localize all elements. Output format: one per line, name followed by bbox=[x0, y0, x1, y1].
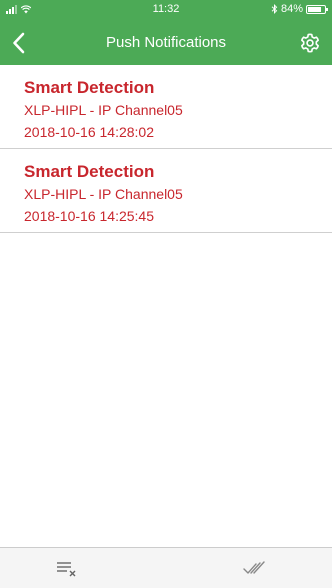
notification-timestamp: 2018-10-16 14:25:45 bbox=[24, 208, 154, 224]
notification-source: XLP-HIPL - IP Channel05 bbox=[24, 102, 183, 118]
notification-title: Smart Detection bbox=[24, 162, 155, 181]
bottom-toolbar bbox=[0, 547, 332, 588]
settings-button[interactable] bbox=[296, 29, 324, 57]
mark-all-read-button[interactable] bbox=[240, 556, 268, 580]
battery-percent: 84% bbox=[280, 3, 303, 15]
double-check-icon bbox=[243, 561, 265, 574]
bluetooth-icon bbox=[271, 4, 278, 14]
clear-all-icon bbox=[57, 562, 76, 577]
notification-timestamp: 2018-10-16 14:28:02 bbox=[24, 124, 154, 140]
nav-bar: Push Notifications bbox=[0, 20, 332, 65]
battery-icon bbox=[306, 4, 328, 14]
status-bar: 11:32 84% bbox=[0, 0, 332, 20]
page-title: Push Notifications bbox=[105, 34, 227, 51]
notification-item[interactable]: Smart Detection XLP-HIPL - IP Channel05 … bbox=[0, 149, 332, 233]
status-right: 84% bbox=[271, 3, 328, 15]
battery-fill bbox=[308, 6, 322, 12]
app-header: 11:32 84% Push Notifications bbox=[0, 0, 332, 65]
clear-all-button[interactable] bbox=[52, 556, 80, 580]
notification-list: Smart Detection XLP-HIPL - IP Channel05 … bbox=[0, 65, 332, 233]
notification-source: XLP-HIPL - IP Channel05 bbox=[24, 186, 183, 202]
gear-icon bbox=[301, 33, 319, 53]
notification-item[interactable]: Smart Detection XLP-HIPL - IP Channel05 … bbox=[0, 65, 332, 149]
notification-title: Smart Detection bbox=[24, 78, 155, 97]
